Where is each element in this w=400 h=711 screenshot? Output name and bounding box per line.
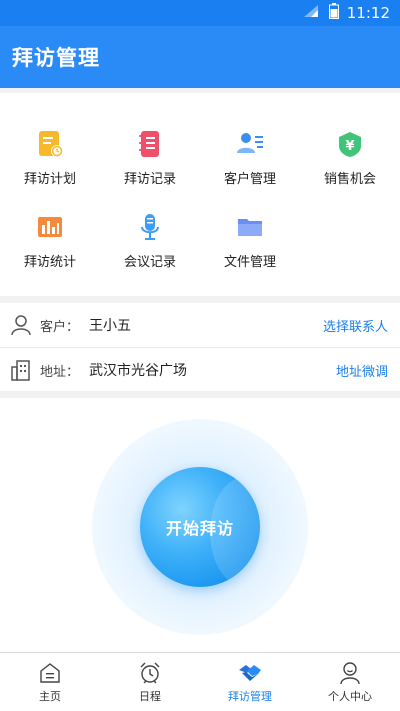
menu-item-file-management[interactable]: 文件管理 bbox=[200, 208, 300, 278]
tab-label: 拜访管理 bbox=[228, 690, 272, 703]
tab-home[interactable]: 主页 bbox=[0, 653, 100, 711]
building-icon bbox=[11, 360, 30, 381]
app-bar: 拜访管理 bbox=[0, 26, 400, 88]
menu-item-label: 拜访计划 bbox=[23, 172, 76, 187]
address-value: 武汉市光谷广场 bbox=[89, 363, 187, 379]
menu-item-visit-plan[interactable]: 拜访计划 bbox=[0, 125, 100, 195]
bottom-tab-bar: 主页 日程 拜访管理 个人中心 bbox=[0, 652, 400, 711]
menu-item-label: 文件管理 bbox=[223, 255, 276, 270]
tab-label: 日程 bbox=[139, 690, 161, 703]
address-row: 地址： 武汉市光谷广场 地址微调 bbox=[0, 348, 400, 392]
menu-item-label: 销售机会 bbox=[323, 172, 376, 187]
tab-label: 个人中心 bbox=[328, 690, 372, 703]
menu-item-label: 拜访记录 bbox=[123, 172, 176, 187]
customer-value: 王小五 bbox=[89, 318, 131, 334]
menu-item-label: 会议记录 bbox=[123, 255, 176, 270]
menu-item-label: 客户管理 bbox=[223, 172, 276, 187]
tab-label: 主页 bbox=[39, 690, 61, 703]
customer-row: 客户： 王小五 选择联系人 bbox=[0, 303, 400, 347]
menu-item-label: 拜访统计 bbox=[23, 255, 76, 270]
person-icon bbox=[11, 315, 31, 336]
handshake-icon bbox=[239, 665, 261, 681]
visit-record-icon bbox=[139, 131, 159, 157]
person-icon bbox=[340, 662, 360, 685]
statistics-icon bbox=[38, 217, 62, 237]
customer-icon bbox=[237, 133, 263, 153]
adjust-address-link[interactable]: 地址微调 bbox=[336, 361, 388, 380]
battery-icon bbox=[328, 3, 339, 23]
start-visit-area: 开始拜访 bbox=[0, 398, 400, 652]
address-label: 地址： bbox=[40, 364, 80, 380]
signal-icon bbox=[303, 4, 319, 22]
menu-item-meeting-record[interactable]: 会议记录 bbox=[100, 208, 200, 278]
customer-label: 客户： bbox=[40, 319, 80, 335]
svg-text:¥: ¥ bbox=[345, 139, 354, 154]
function-grid: 拜访计划 拜访记录 客户管理 ¥ 销售机会 拜访统计 会议记录 文件管理 bbox=[0, 93, 400, 296]
tab-schedule[interactable]: 日程 bbox=[100, 653, 200, 711]
menu-item-customer-management[interactable]: 客户管理 bbox=[200, 125, 300, 195]
alarm-clock-icon bbox=[140, 662, 160, 684]
start-visit-button[interactable]: 开始拜访 bbox=[140, 467, 260, 587]
menu-item-sales-opportunity[interactable]: ¥ 销售机会 bbox=[300, 125, 400, 195]
menu-item-visit-record[interactable]: 拜访记录 bbox=[100, 125, 200, 195]
status-bar: 11:12 bbox=[0, 0, 400, 26]
menu-item-visit-statistics[interactable]: 拜访统计 bbox=[0, 208, 100, 278]
home-icon bbox=[40, 663, 60, 683]
status-time: 11:12 bbox=[346, 4, 390, 22]
folder-icon bbox=[238, 219, 262, 236]
visit-info-card: 客户： 王小五 选择联系人 地址： 武汉市光谷广场 地址微调 bbox=[0, 303, 400, 391]
tab-profile[interactable]: 个人中心 bbox=[300, 653, 400, 711]
page-title: 拜访管理 bbox=[12, 46, 100, 70]
tab-visit-management[interactable]: 拜访管理 bbox=[200, 653, 300, 711]
select-contact-link[interactable]: 选择联系人 bbox=[323, 316, 388, 335]
visit-plan-icon bbox=[39, 131, 63, 157]
microphone-icon bbox=[141, 214, 159, 240]
start-visit-label: 开始拜访 bbox=[165, 519, 234, 538]
sales-opportunity-icon: ¥ bbox=[339, 132, 361, 157]
